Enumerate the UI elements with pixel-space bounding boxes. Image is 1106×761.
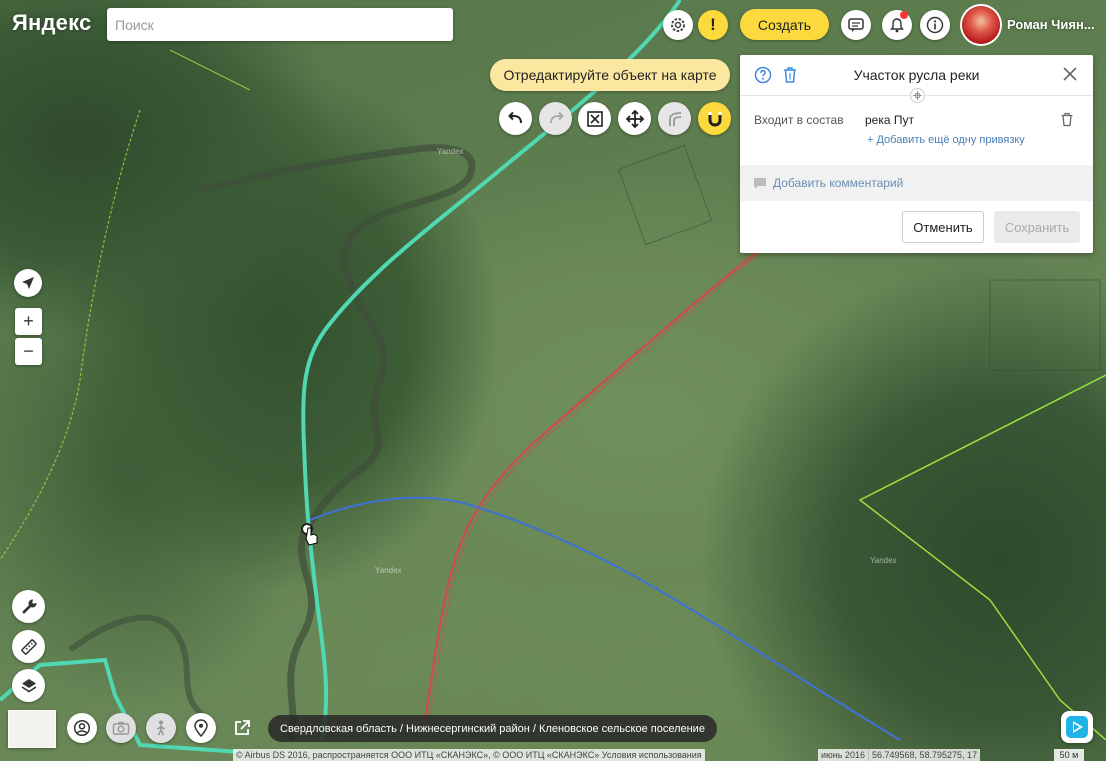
ruler-icon (20, 638, 37, 655)
panel-title: Участок русла реки (853, 67, 980, 83)
close-button[interactable] (1061, 65, 1079, 88)
map-info: июнь 2016 56.749568, 58.795275, 17 (818, 749, 981, 761)
trash-icon (1061, 112, 1073, 127)
notifications-button[interactable] (882, 10, 912, 40)
map-watermark: Yandex (375, 566, 402, 575)
road-line-2 (428, 249, 765, 721)
play-logo-icon (1066, 716, 1088, 738)
field-plot (617, 144, 713, 246)
close-icon (1063, 67, 1077, 81)
chat-icon (848, 18, 864, 32)
river-tributary (68, 614, 212, 723)
camera-icon (112, 721, 130, 735)
move-arrows-icon (625, 109, 644, 128)
settings-button[interactable] (663, 10, 693, 40)
comment-bar[interactable]: Добавить комментарий (740, 165, 1093, 201)
panorama-button[interactable] (146, 713, 176, 743)
cancel-button[interactable]: Отменить (902, 211, 984, 243)
map-watermark: Yandex (870, 556, 897, 565)
river-line-blue (309, 496, 901, 741)
magnet-icon (708, 111, 721, 127)
undo-icon (507, 111, 522, 123)
zoom-in-button[interactable]: + (15, 308, 42, 335)
yandex-logo[interactable]: Яндекс (12, 10, 91, 36)
tools-button[interactable] (12, 590, 45, 623)
field-plot (989, 279, 1101, 371)
hand-cursor-icon (305, 527, 318, 546)
redo-icon (549, 111, 564, 123)
notification-dot-icon (900, 11, 908, 19)
map-watermark: Yandex (437, 147, 464, 156)
geolocation-button[interactable] (14, 269, 42, 297)
save-button[interactable]: Сохранить (994, 211, 1080, 243)
exclamation-icon: ! (710, 15, 716, 34)
crop-frame-icon (586, 110, 603, 127)
part-of-label: Входит в состав (754, 113, 844, 127)
share-link-button[interactable] (227, 713, 257, 743)
frame-select-button[interactable] (578, 102, 611, 135)
layers-icon (21, 678, 36, 692)
photo-button[interactable] (106, 713, 136, 743)
external-link-icon (235, 720, 250, 735)
redo-button[interactable] (539, 102, 572, 135)
region-breadcrumb[interactable]: Свердловская область / Нижнесергинский р… (268, 715, 717, 742)
move-button[interactable] (618, 102, 651, 135)
snap-button[interactable] (698, 102, 731, 135)
feed-button[interactable] (841, 10, 871, 40)
add-link[interactable]: + Добавить ещё одну привязку (867, 134, 1025, 146)
info-icon (926, 16, 944, 34)
assistant-button[interactable] (1061, 711, 1093, 743)
object-panel: Участок русла реки Входит в состав река … (740, 55, 1093, 253)
map-pin-icon (194, 719, 208, 737)
avatar[interactable] (962, 6, 1000, 44)
bell-icon (890, 18, 904, 33)
edit-hint: Отредактируйте объект на карте (490, 59, 730, 91)
road-line (423, 249, 761, 721)
river-channel (199, 144, 476, 742)
ruler-button[interactable] (12, 630, 45, 663)
alert-button[interactable]: ! (698, 10, 728, 40)
create-button[interactable]: Создать (740, 9, 829, 40)
remove-link-button[interactable] (1060, 112, 1074, 132)
pedestrian-icon (157, 720, 165, 736)
boundary-line-3 (169, 49, 251, 91)
user-pin-icon (73, 719, 91, 737)
branch-button[interactable] (658, 102, 691, 135)
user-filter-button[interactable] (67, 713, 97, 743)
wrench-icon (21, 598, 37, 614)
undo-button[interactable] (499, 102, 532, 135)
part-of-value[interactable]: река Пут (865, 113, 914, 127)
boundary-line-2 (0, 109, 141, 561)
info-button[interactable] (920, 10, 950, 40)
search-input[interactable] (107, 8, 453, 41)
layers-button[interactable] (12, 669, 45, 702)
crosshair-icon (913, 91, 922, 100)
gear-icon (671, 18, 685, 32)
scale-bar: 50 м (1054, 749, 1084, 761)
user-name[interactable]: Роман Чиян... (1007, 17, 1095, 32)
branch-icon (668, 111, 681, 126)
resize-handle[interactable] (910, 88, 925, 103)
place-button[interactable] (186, 713, 216, 743)
coordinates-readout: 56.749568, 58.795275, 17 (867, 749, 980, 761)
imagery-date: июнь 2016 (821, 750, 865, 760)
copyright-text[interactable]: © Airbus DS 2016, распространяется ООО И… (233, 749, 705, 761)
add-comment-link[interactable]: Добавить комментарий (773, 176, 903, 190)
zoom-out-button[interactable]: − (15, 338, 42, 365)
location-arrow-icon (22, 277, 34, 289)
boundary-line (858, 374, 1106, 741)
comment-icon (754, 178, 766, 189)
minimap[interactable] (8, 710, 56, 748)
